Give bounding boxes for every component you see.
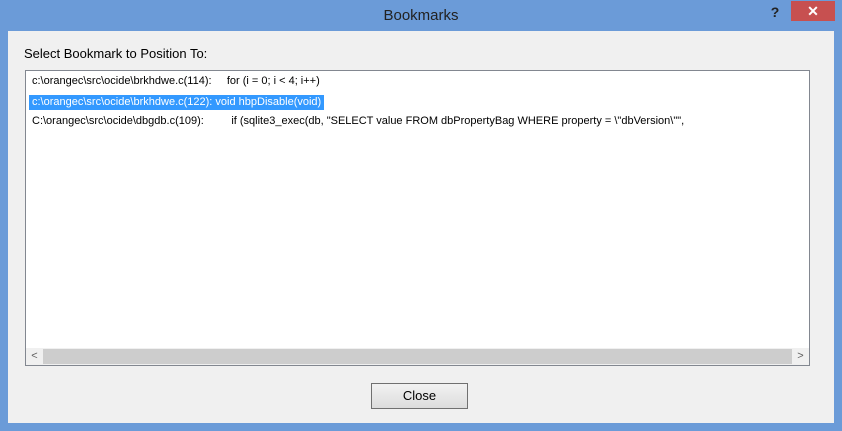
horizontal-scrollbar[interactable]: < > [26, 348, 809, 365]
close-button[interactable]: Close [371, 383, 468, 409]
scroll-right-icon[interactable]: > [792, 348, 809, 365]
close-icon: ✕ [807, 3, 819, 19]
scrollbar-thumb[interactable] [43, 349, 792, 364]
dialog-body: Select Bookmark to Position To: c:\orang… [8, 31, 834, 423]
bookmark-item-selected[interactable]: c:\orangec\src\ocide\brkhdwe.c(122): voi… [29, 95, 325, 110]
bookmark-item[interactable]: c:\orangec\src\ocide\brkhdwe.c(114): for… [29, 74, 323, 89]
bookmark-list[interactable]: c:\orangec\src\ocide\brkhdwe.c(114): for… [25, 70, 810, 366]
bookmark-prompt-label: Select Bookmark to Position To: [24, 46, 208, 61]
close-window-button[interactable]: ✕ [791, 1, 835, 21]
bookmarks-dialog-window: Bookmarks ? ✕ Select Bookmark to Positio… [0, 0, 842, 431]
bookmark-item[interactable]: C:\orangec\src\ocide\dbgdb.c(109): if (s… [29, 114, 687, 129]
help-button[interactable]: ? [766, 3, 784, 21]
window-title: Bookmarks [383, 7, 459, 24]
title-bar[interactable]: Bookmarks ? ✕ [0, 0, 842, 31]
scroll-left-icon[interactable]: < [26, 348, 43, 365]
